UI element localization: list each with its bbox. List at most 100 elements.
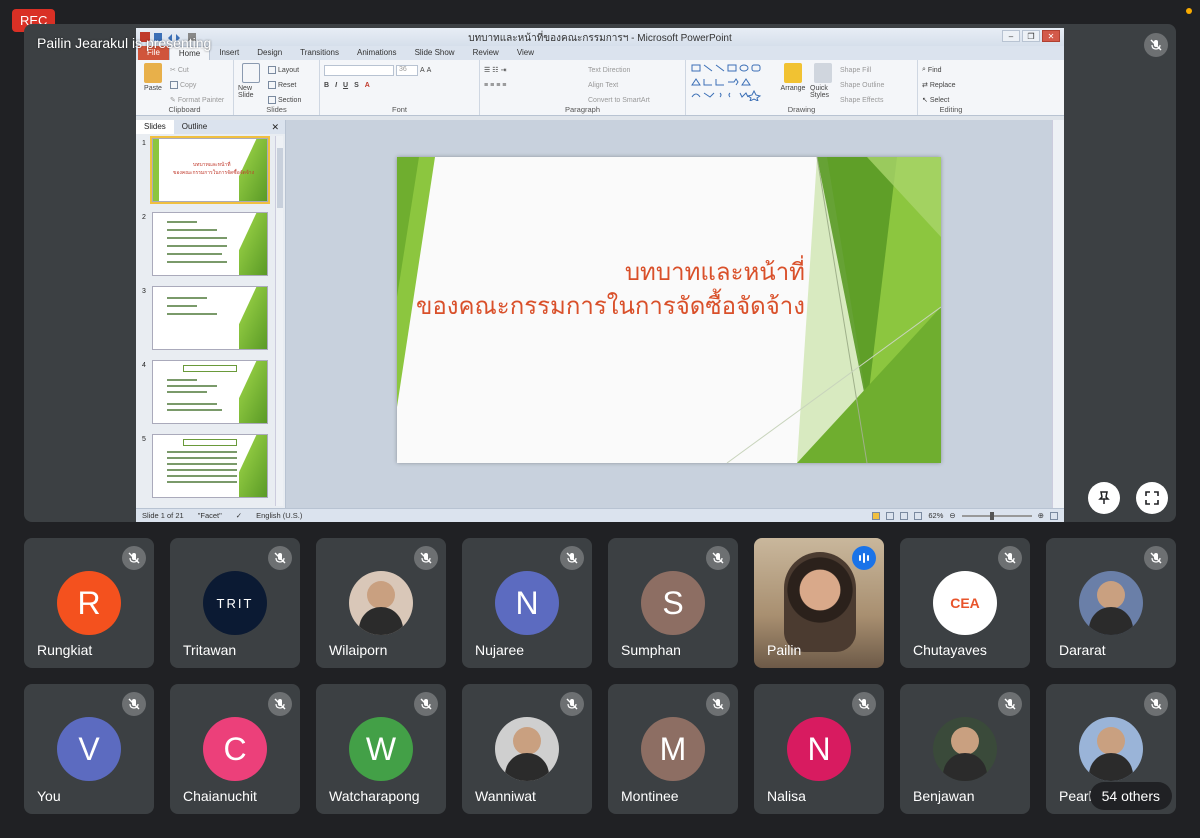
restore-button[interactable]: ❐ xyxy=(1022,30,1040,42)
cursor-icon: ↖ xyxy=(922,97,928,104)
copy-button[interactable]: Copy xyxy=(170,78,224,92)
shapes-gallery[interactable] xyxy=(690,63,776,101)
slide-thumbnail-2[interactable]: 2 xyxy=(140,212,270,278)
font-size-box[interactable]: 36 xyxy=(396,64,418,76)
participant-tile[interactable]: N Nalisa xyxy=(754,684,884,814)
participant-name: Wanniwat xyxy=(475,788,536,804)
slide-thumbnail-5[interactable]: 5 xyxy=(140,434,270,500)
font-color-icon[interactable]: A xyxy=(365,82,370,89)
zoom-slider[interactable] xyxy=(961,511,1032,520)
participant-tile[interactable]: Dararat xyxy=(1046,538,1176,668)
participant-tile[interactable]: CEA Chutayaves xyxy=(900,538,1030,668)
shrink-font-icon[interactable]: A xyxy=(427,67,432,74)
italic-icon[interactable]: I xyxy=(335,82,337,89)
participant-name: You xyxy=(37,788,61,804)
tab-animations[interactable]: Animations xyxy=(348,46,406,60)
reset-button[interactable]: Reset xyxy=(268,78,301,92)
others-count-pill[interactable]: 54 others xyxy=(1089,782,1172,810)
justify-icon[interactable]: ≡ xyxy=(502,82,506,89)
align-left-icon[interactable]: ≡ xyxy=(484,82,488,89)
participant-tile[interactable]: R Rungkiat xyxy=(24,538,154,668)
editing-group-label: Editing xyxy=(939,105,963,114)
tab-view[interactable]: View xyxy=(508,46,543,60)
layout-button[interactable]: Layout xyxy=(268,63,301,77)
participant-tile[interactable]: Pailin xyxy=(754,538,884,668)
tab-insert[interactable]: Insert xyxy=(210,46,248,60)
normal-view-icon[interactable] xyxy=(872,511,881,520)
tab-transitions[interactable]: Transitions xyxy=(291,46,348,60)
align-center-icon[interactable]: ≡ xyxy=(490,82,494,89)
indent-icon[interactable]: ⇥ xyxy=(501,66,507,74)
participant-tile[interactable]: TRIT Tritawan xyxy=(170,538,300,668)
cut-label: Cut xyxy=(177,66,189,74)
slideshow-icon[interactable] xyxy=(914,511,923,520)
participant-tile[interactable]: Wilaiporn xyxy=(316,538,446,668)
participant-tile[interactable]: Wanniwat xyxy=(462,684,592,814)
arrange-icon xyxy=(784,63,802,83)
bold-icon[interactable]: B xyxy=(324,82,329,89)
tab-design[interactable]: Design xyxy=(248,46,291,60)
scissors-icon: ✂ xyxy=(170,67,176,74)
fit-slide-icon[interactable] xyxy=(1050,511,1058,520)
align-right-icon[interactable]: ≡ xyxy=(496,82,500,89)
pane-tabs: Slides Outline ✕ xyxy=(136,120,285,134)
status-dot xyxy=(1186,8,1192,14)
copy-icon xyxy=(170,81,178,89)
muted-mic-icon xyxy=(560,692,584,716)
pane-close-icon[interactable]: ✕ xyxy=(271,122,279,133)
tab-slide-show[interactable]: Slide Show xyxy=(406,46,464,60)
cut-button[interactable]: ✂ Cut xyxy=(170,63,224,77)
shape-outline-button[interactable]: Shape Outline xyxy=(840,78,884,92)
numbering-icon[interactable]: ☷ xyxy=(492,66,498,74)
pane-scrollbar[interactable] xyxy=(275,136,283,506)
align-text-button[interactable]: Align Text xyxy=(588,78,650,92)
grow-font-icon[interactable]: A xyxy=(420,67,425,74)
zoom-out-icon[interactable]: ⊖ xyxy=(949,511,955,520)
participant-photo xyxy=(1079,571,1143,635)
slide-thumbnail-3[interactable]: 3 xyxy=(140,286,270,352)
slide-sorter-icon[interactable] xyxy=(886,511,895,520)
participant-name: Montinee xyxy=(621,788,679,804)
font-name-box[interactable] xyxy=(324,64,394,76)
zoom-in-icon[interactable]: ⊕ xyxy=(1038,511,1044,520)
arrange-label: Arrange xyxy=(780,85,806,92)
minimize-button[interactable]: – xyxy=(1002,30,1020,42)
slide-info: Slide 1 of 21 xyxy=(142,511,184,520)
current-slide[interactable]: บทบาทและหน้าที่ ของคณะกรรมการในการจัดซื้… xyxy=(397,157,941,463)
slide-thumbnail-4[interactable]: 4 xyxy=(140,360,270,426)
text-direction-button[interactable]: Text Direction xyxy=(588,63,650,77)
speaking-indicator-icon xyxy=(852,546,876,570)
participant-tile[interactable]: Pearl 54 others xyxy=(1046,684,1176,814)
reading-view-icon[interactable] xyxy=(900,511,909,520)
strikethrough-icon[interactable]: S xyxy=(354,82,359,89)
tab-slides[interactable]: Slides xyxy=(136,120,174,134)
muted-mic-icon xyxy=(268,546,292,570)
shape-fill-button[interactable]: Shape Fill xyxy=(840,63,884,77)
participant-tile[interactable]: M Montinee xyxy=(608,684,738,814)
participant-tile[interactable]: V You xyxy=(24,684,154,814)
underline-icon[interactable]: U xyxy=(343,82,348,89)
participant-tile[interactable]: S Sumphan xyxy=(608,538,738,668)
participant-tile[interactable]: W Watcharapong xyxy=(316,684,446,814)
thumbnail-title-line-2: ของคณะกรรมการในการจัดซื้อจัดจ้าง xyxy=(173,170,255,176)
presentation-stage: Pailin Jearakul is presenting บทบาทและหน… xyxy=(24,24,1176,522)
slide-thumbnail-1[interactable]: 1 บทบาทและหน้าที่ ของคณะกรรมการในการจัดซ… xyxy=(140,136,270,204)
participant-video xyxy=(784,552,856,652)
fullscreen-button[interactable] xyxy=(1136,482,1168,514)
participant-tile[interactable]: Benjawan xyxy=(900,684,1030,814)
replace-button[interactable]: ⇄ Replace xyxy=(922,78,956,92)
participant-name: Wilaiporn xyxy=(329,642,388,658)
find-button[interactable]: ⌕ Find xyxy=(922,63,956,77)
tab-outline[interactable]: Outline xyxy=(174,120,215,134)
pin-button[interactable] xyxy=(1088,482,1120,514)
edit-area-scrollbar[interactable] xyxy=(1052,120,1064,508)
reset-icon xyxy=(268,81,276,89)
spellcheck-icon[interactable]: ✓ xyxy=(236,511,242,520)
thumbnail-image xyxy=(152,434,268,498)
bullets-icon[interactable]: ☰ xyxy=(484,66,490,74)
tab-review[interactable]: Review xyxy=(464,46,508,60)
participant-tile[interactable]: C Chaianuchit xyxy=(170,684,300,814)
thumbnail-title-line-1: บทบาทและหน้าที่ xyxy=(193,162,231,168)
participant-tile[interactable]: N Nujaree xyxy=(462,538,592,668)
close-button[interactable]: ✕ xyxy=(1042,30,1060,42)
